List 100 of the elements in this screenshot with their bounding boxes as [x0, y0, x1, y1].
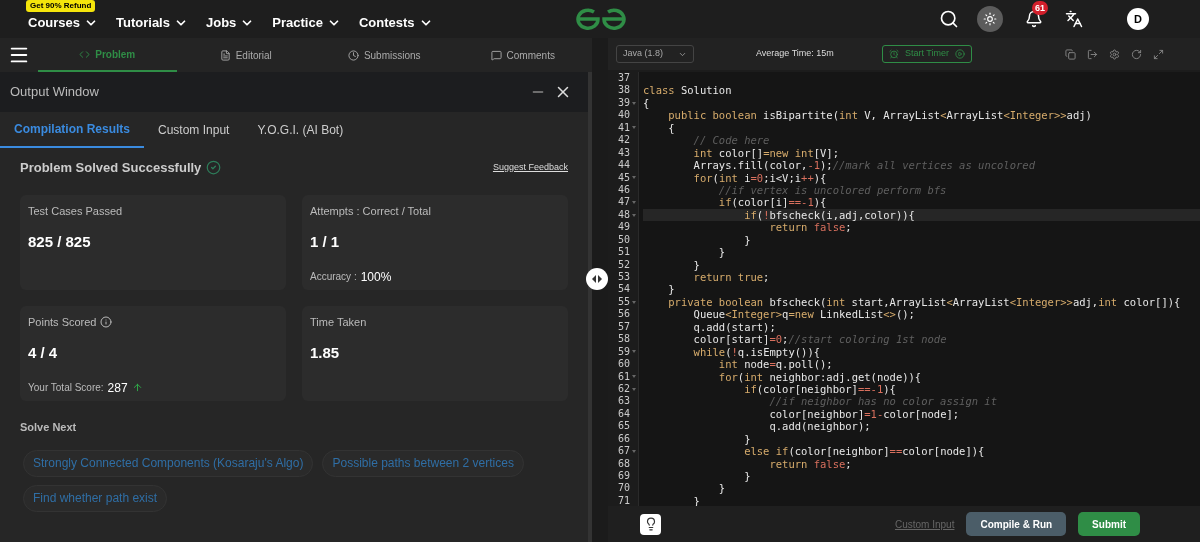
tab-icon — [79, 48, 91, 60]
avatar[interactable]: D — [1127, 8, 1149, 30]
line-number: 46 — [617, 183, 630, 197]
feedback-link[interactable]: Suggest Feedback — [492, 161, 568, 175]
code-line: int color[]=new int[V]; — [692, 146, 839, 159]
stat-value: 1 / 1 — [310, 232, 341, 252]
copy-icon[interactable] — [1065, 48, 1076, 60]
code-line: // Code here — [692, 134, 770, 147]
code-line: if(color[neighbor]==-1){ — [743, 382, 896, 395]
status-message: Problem Solved Successfully — [20, 159, 202, 177]
line-number: 68 — [617, 457, 630, 470]
average-time: Average Time: 15m — [756, 47, 834, 61]
stat-value: 825 / 825 — [28, 232, 92, 252]
reset-icon[interactable] — [1131, 48, 1142, 60]
line-number: 61 — [617, 370, 630, 383]
nav-menu[interactable]: Courses — [28, 13, 99, 33]
line-number: 59 — [617, 345, 630, 359]
play-icon — [954, 49, 965, 59]
code-line: return false; — [768, 457, 852, 470]
line-number: 56 — [617, 308, 630, 321]
code-line: Arrays.fill(color,-1);//mark all vertices as uncolored — [692, 159, 1035, 172]
problem-tab[interactable]: Editorial — [176, 38, 315, 72]
code-line: if(color[i]==-1){ — [717, 196, 827, 209]
code-line: public boolean isBipartite(int V, ArrayList<ArrayList<Integer>>adj) — [667, 109, 1092, 122]
code-line: } — [743, 233, 751, 246]
stat-label: Points Scored — [28, 314, 97, 330]
code-line: while(!q.isEmpty()){ — [692, 345, 821, 358]
line-number: 64 — [617, 407, 630, 421]
submit-button[interactable]: Submit — [1078, 512, 1140, 536]
stat-value: 1.85 — [310, 343, 341, 363]
output-tab[interactable]: Y.O.G.I. (AI Bot) — [243, 112, 358, 148]
bell-icon[interactable] — [1025, 10, 1043, 28]
section-title: Solve Next — [20, 419, 78, 435]
line-number: 66 — [617, 432, 630, 446]
code-line: { — [643, 96, 650, 109]
fold-marker-icon[interactable] — [632, 387, 636, 391]
line-number: 58 — [617, 333, 630, 346]
fold-marker-icon[interactable] — [632, 375, 636, 379]
translate-icon[interactable] — [1065, 10, 1083, 28]
fullscreen-icon[interactable] — [1153, 48, 1164, 60]
nav-menu[interactable]: Contests — [358, 13, 433, 33]
code-line: color[start]=0;//start coloring 1st node — [692, 333, 947, 346]
line-number: 67 — [617, 445, 630, 458]
code-line: return false; — [768, 221, 852, 234]
fold-marker-icon[interactable] — [632, 101, 636, 105]
fold-marker-icon[interactable] — [632, 350, 636, 354]
tab-icon — [219, 49, 231, 61]
theme-toggle-button[interactable] — [977, 6, 1003, 32]
code-line: q.add(start); — [692, 320, 776, 333]
nav-menu[interactable]: Practice — [272, 13, 341, 33]
problem-tab[interactable]: Submissions — [315, 38, 454, 72]
search-icon[interactable] — [939, 9, 959, 29]
stat-label: Attempts : Correct / Total — [310, 203, 431, 219]
nav-menu[interactable]: Jobs — [205, 13, 255, 33]
nav-menu[interactable]: Tutorials — [116, 13, 188, 33]
stat-sub-value: 287 — [107, 379, 128, 397]
split-arrows-icon — [591, 274, 603, 284]
start-timer-button[interactable]: Start Timer — [881, 45, 972, 63]
line-number: 50 — [617, 233, 630, 247]
fold-marker-icon[interactable] — [632, 300, 636, 304]
code-line: //if vertex is uncolored perform bfs — [717, 183, 947, 196]
code-line: } — [717, 482, 726, 495]
code-line: Queue<Integer>q=new LinkedList<>(); — [692, 308, 915, 321]
line-number: 60 — [617, 358, 630, 371]
fold-marker-icon[interactable] — [632, 201, 636, 205]
tab-icon — [347, 49, 359, 61]
fold-marker-icon[interactable] — [632, 176, 636, 180]
sun-icon — [983, 12, 997, 26]
refund-badge: Get 90% Refund — [26, 0, 96, 13]
line-number: 40 — [617, 109, 630, 122]
tab-icon — [490, 49, 502, 61]
code-line: int node=q.poll(); — [717, 358, 833, 371]
code-line: if(!bfscheck(i,adj,color)){ — [743, 208, 915, 221]
problem-tab[interactable]: Comments — [453, 38, 592, 72]
info-icon[interactable] — [100, 315, 113, 328]
compile-run-button[interactable]: Compile & Run — [966, 512, 1067, 536]
line-number: 41 — [617, 121, 630, 135]
line-number: 70 — [617, 482, 630, 495]
alarm-icon — [888, 49, 899, 59]
stat-sub-label: Accuracy : — [310, 270, 357, 284]
line-number: 63 — [617, 395, 630, 408]
resize-handle[interactable] — [586, 268, 608, 290]
code-line: color[neighbor]=1-color[node]; — [768, 407, 960, 420]
line-number: 71 — [617, 494, 630, 508]
logo-icon[interactable] — [576, 8, 626, 30]
fold-marker-icon[interactable] — [632, 126, 636, 130]
fold-marker-icon[interactable] — [632, 449, 636, 453]
notification-badge: 61 — [1032, 1, 1048, 15]
output-tab[interactable]: Custom Input — [144, 112, 244, 148]
fold-marker-icon[interactable] — [632, 213, 636, 217]
settings-icon[interactable] — [1109, 48, 1120, 60]
hint-button[interactable] — [640, 513, 661, 535]
exit-icon[interactable] — [1087, 48, 1098, 60]
code-line: else if(color[neighbor]==color[node]){ — [743, 445, 985, 458]
code-line: } — [743, 432, 751, 445]
output-tab[interactable]: Compilation Results — [0, 112, 144, 148]
stat-label: Time Taken — [310, 314, 367, 330]
line-number: 38 — [617, 84, 630, 97]
language-select[interactable]: Java (1.8) — [616, 45, 694, 63]
code-line: for(int i=0;i<V;i++){ — [692, 171, 827, 184]
